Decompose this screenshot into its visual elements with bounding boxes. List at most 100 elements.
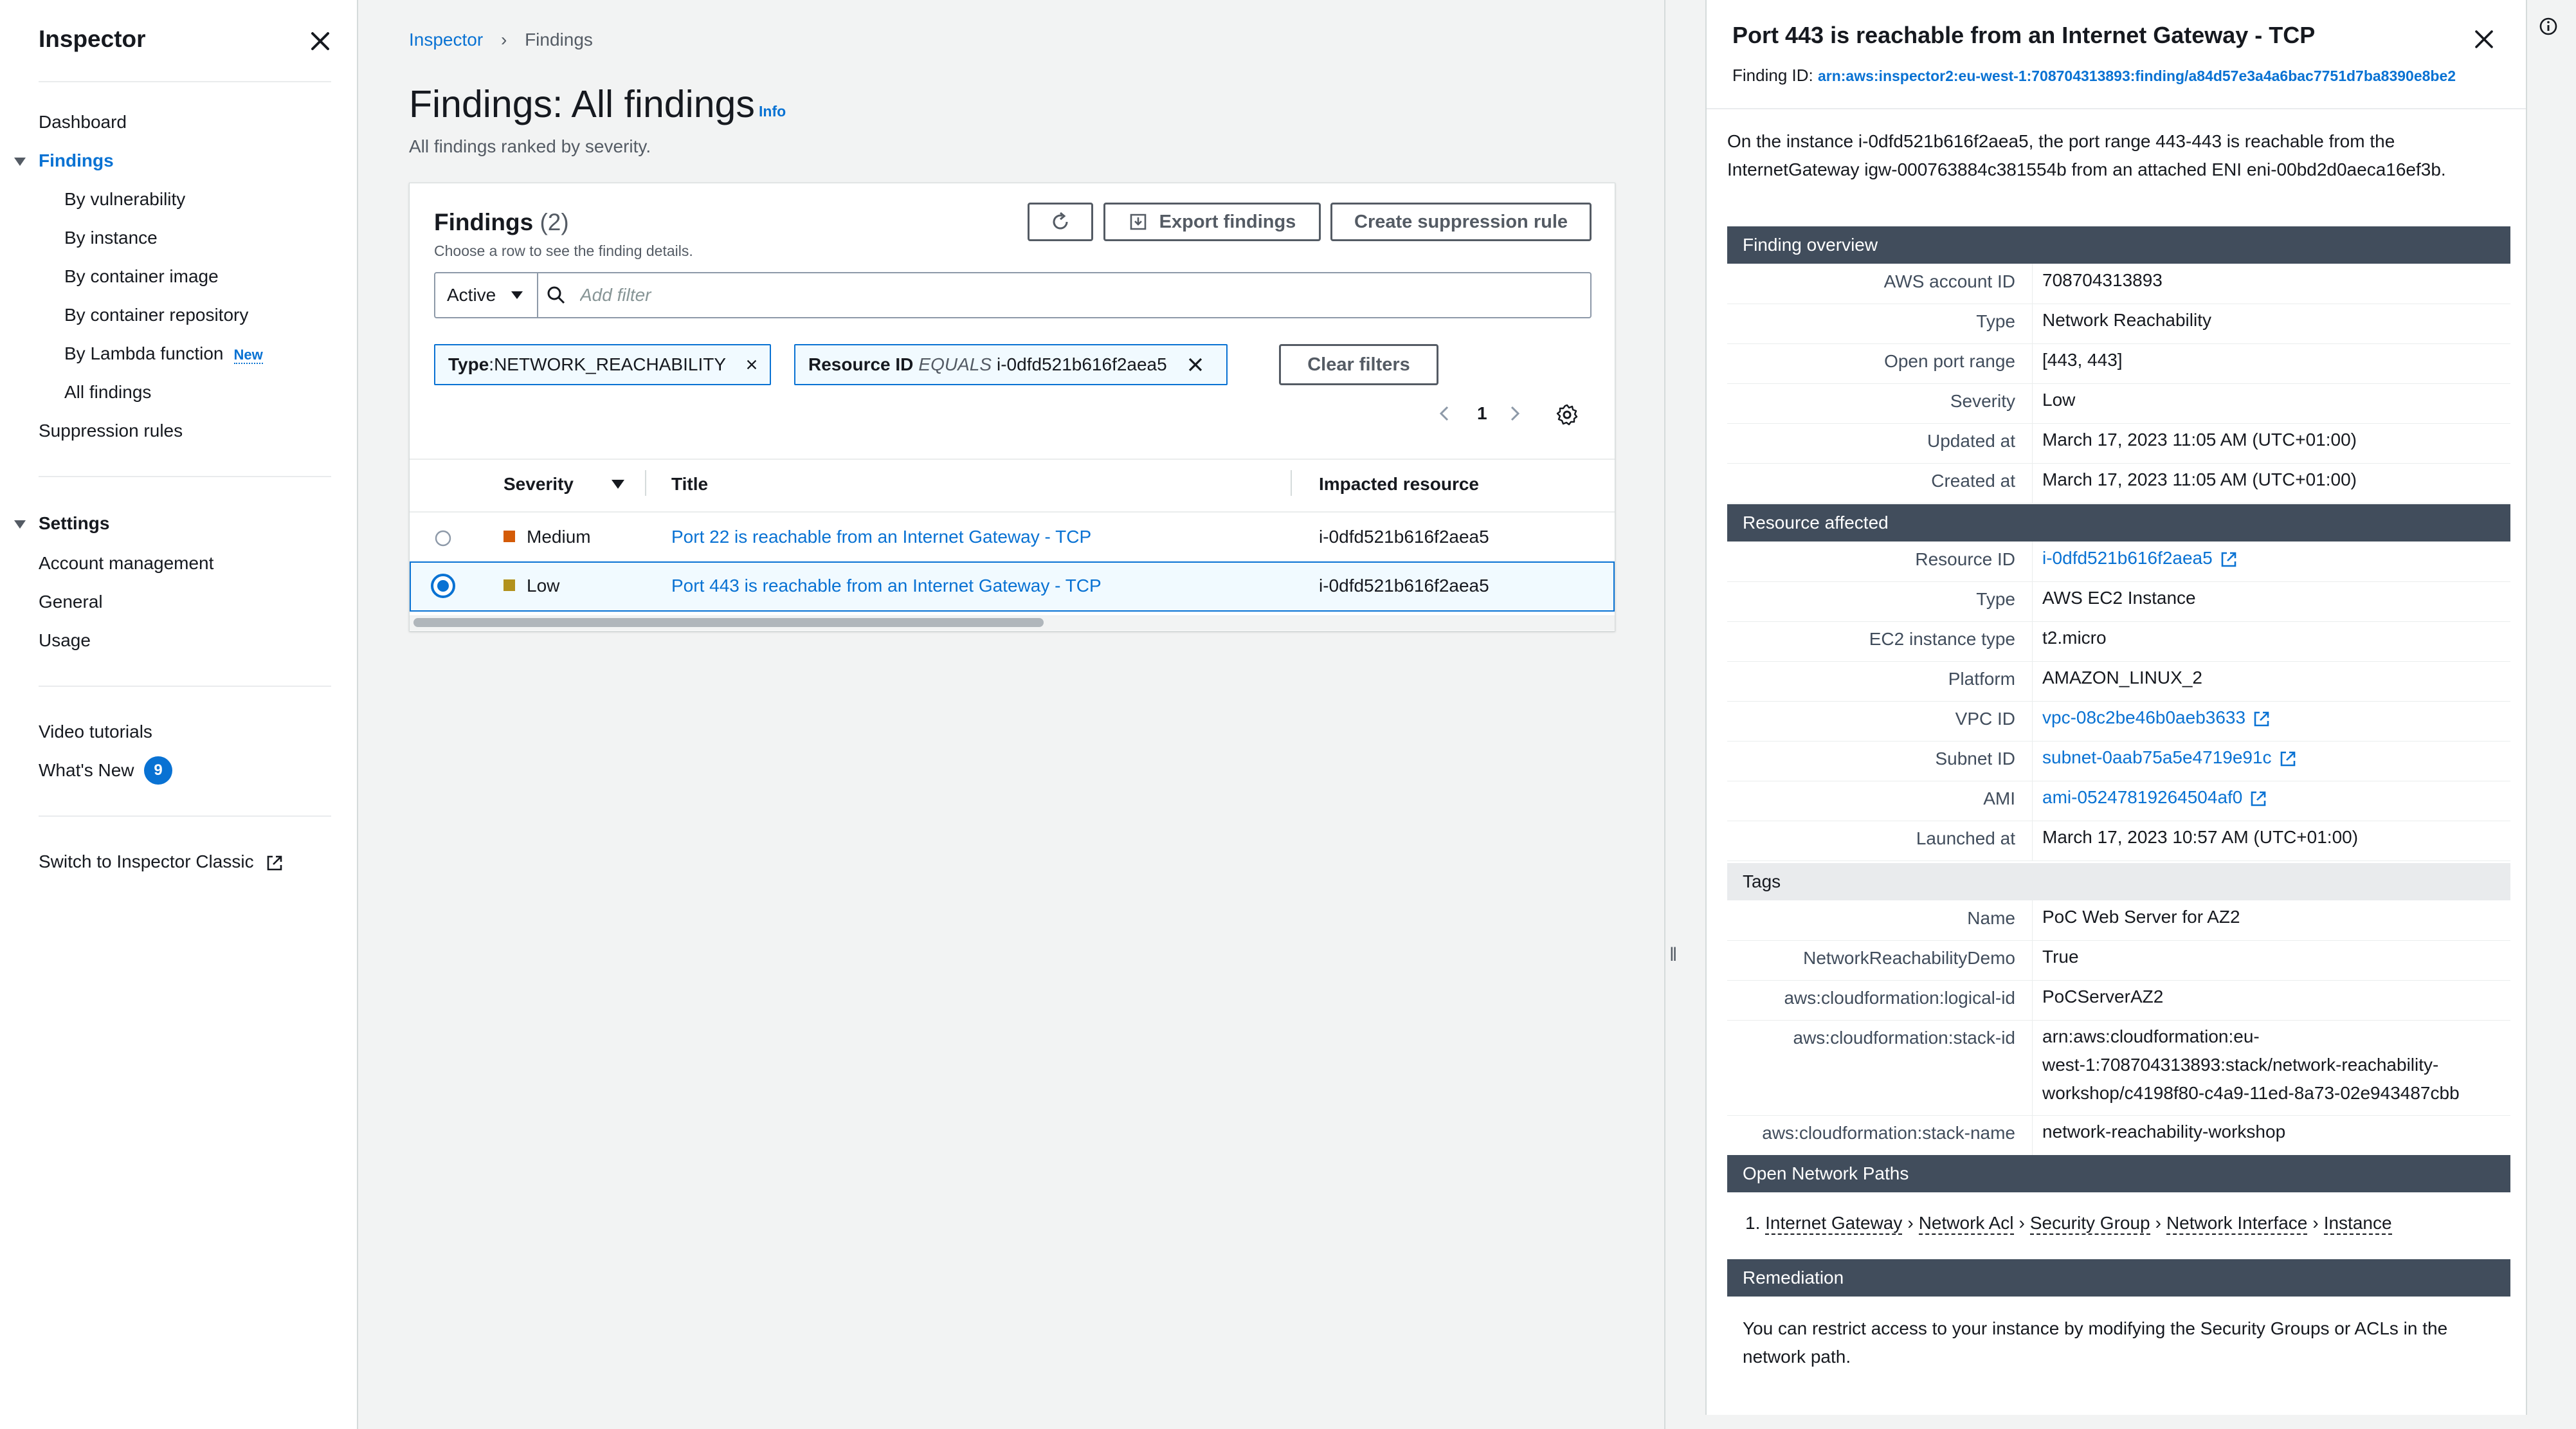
nav-usage[interactable]: Usage	[39, 630, 91, 651]
nav-account-management[interactable]: Account management	[39, 553, 213, 574]
close-icon[interactable]	[745, 356, 758, 374]
section-header-open-network-paths: Open Network Paths	[1727, 1155, 2510, 1192]
filter-search-field[interactable]	[537, 272, 1592, 318]
nav-general[interactable]: General	[39, 592, 103, 612]
finding-title-link[interactable]: Port 443 is reachable from an Internet G…	[671, 576, 1102, 596]
column-header-resource[interactable]: Impacted resource	[1319, 474, 1479, 495]
resize-handle-icon[interactable]: ‖	[1669, 944, 1677, 966]
info-circle-icon[interactable]	[2539, 17, 2558, 36]
kv-value: March 17, 2023 11:05 AM (UTC+01:00)	[2042, 430, 2357, 450]
clear-filters-button[interactable]: Clear filters	[1279, 344, 1438, 385]
column-separator[interactable]	[1291, 470, 1292, 496]
radio-selected[interactable]	[429, 572, 457, 600]
chevron-right-icon[interactable]	[1505, 401, 1525, 426]
section-header-tags: Tags	[1727, 863, 2510, 900]
nav-by-instance[interactable]: By instance	[64, 228, 158, 248]
kv-row: Severity Low	[1727, 383, 2510, 424]
nav-by-lambda-function[interactable]: By Lambda function New	[64, 343, 263, 364]
kv-value: AMAZON_LINUX_2	[2042, 668, 2202, 687]
ami-link[interactable]: ami-05247819264504af0	[2042, 783, 2268, 812]
create-suppression-rule-button[interactable]: Create suppression rule	[1330, 203, 1592, 241]
refresh-button[interactable]	[1028, 203, 1093, 241]
kv-key: Launched at	[1916, 828, 2015, 848]
status-select[interactable]: Active	[434, 272, 538, 318]
finding-id-label: Finding ID:	[1732, 66, 1813, 85]
nav-suppression-rules[interactable]: Suppression rules	[39, 421, 183, 441]
filter-key: Resource ID	[808, 354, 914, 374]
chevron-right-icon: ›	[1907, 1213, 1914, 1233]
vpc-id-link[interactable]: vpc-08c2be46b0aeb3633	[2042, 704, 2271, 732]
column-separator[interactable]	[645, 470, 646, 496]
nav-whats-new[interactable]: What's New	[39, 760, 134, 781]
breadcrumb: Inspector › Findings	[409, 30, 593, 50]
divider	[39, 686, 331, 687]
close-icon[interactable]	[2472, 27, 2496, 51]
split-divider[interactable]	[1664, 0, 1665, 1429]
info-link[interactable]: Info	[759, 103, 786, 120]
sidebar-title[interactable]: Inspector	[39, 26, 146, 53]
nav-by-container-image[interactable]: By container image	[64, 266, 219, 287]
nav-by-container-repository[interactable]: By container repository	[64, 305, 248, 325]
nav-all-findings[interactable]: All findings	[64, 382, 151, 403]
page-number[interactable]: 1	[1477, 403, 1487, 424]
external-link-icon	[2251, 791, 2266, 806]
kv-row: Created at March 17, 2023 11:05 AM (UTC+0…	[1727, 463, 2510, 504]
kv-row: Updated at March 17, 2023 11:05 AM (UTC+0…	[1727, 423, 2510, 464]
filter-input[interactable]	[579, 284, 1546, 306]
column-header-title[interactable]: Title	[671, 474, 708, 495]
kv-row: aws:cloudformation:logical-id PoCServerAZ…	[1727, 980, 2510, 1021]
caret-down-icon[interactable]	[13, 154, 27, 168]
path-hop-network-acl[interactable]: Network Acl	[1918, 1213, 2014, 1235]
kv-value: March 17, 2023 11:05 AM (UTC+01:00)	[2042, 469, 2357, 489]
impacted-resource-cell: i-0dfd521b616f2aea5	[1319, 527, 1489, 547]
resource-id-link[interactable]: i-0dfd521b616f2aea5	[2042, 544, 2238, 572]
horizontal-scrollbar-thumb[interactable]	[413, 618, 1044, 627]
kv-row: Platform AMAZON_LINUX_2	[1727, 661, 2510, 702]
link-text: subnet-0aab75a5e4719e91c	[2042, 747, 2272, 767]
subnet-id-link[interactable]: subnet-0aab75a5e4719e91c	[2042, 743, 2298, 772]
path-hop-network-interface[interactable]: Network Interface	[2166, 1213, 2308, 1235]
nav-settings[interactable]: Settings	[39, 513, 109, 534]
finding-id-link[interactable]: arn:aws:inspector2:eu-west-1:70870431389…	[1818, 68, 2456, 84]
radio-unselected[interactable]	[434, 529, 452, 547]
finding-detail-panel: Port 443 is reachable from an Internet G…	[1705, 0, 2527, 1415]
table-row[interactable]: Medium Port 22 is reachable from an Inte…	[410, 511, 1615, 561]
chevron-left-icon[interactable]	[1435, 401, 1454, 426]
kv-value-line: workshop/c4198f80-c4a9-11ed-8a73-02e9434…	[2042, 1083, 2460, 1103]
kv-value: March 17, 2023 10:57 AM (UTC+01:00)	[2042, 827, 2359, 847]
export-findings-button[interactable]: Export findings	[1103, 203, 1321, 241]
section-header-resource-affected: Resource affected	[1727, 504, 2510, 542]
path-hop-instance[interactable]: Instance	[2323, 1213, 2392, 1235]
chevron-right-icon: ›	[2155, 1213, 2161, 1233]
close-icon[interactable]	[307, 28, 333, 54]
nav-findings[interactable]: Findings	[39, 150, 114, 171]
path-hop-security-group[interactable]: Security Group	[2029, 1213, 2150, 1235]
impacted-resource-cell: i-0dfd521b616f2aea5	[1319, 576, 1489, 596]
detail-title: Port 443 is reachable from an Internet G…	[1732, 22, 2316, 48]
nav-dashboard[interactable]: Dashboard	[39, 112, 127, 132]
kv-value: AWS EC2 Instance	[2042, 588, 2196, 608]
nav-video-tutorials[interactable]: Video tutorials	[39, 722, 152, 742]
column-header-severity[interactable]: Severity	[503, 474, 574, 495]
close-icon[interactable]	[1186, 356, 1204, 374]
nav-by-vulnerability[interactable]: By vulnerability	[64, 189, 185, 210]
breadcrumb-inspector[interactable]: Inspector	[409, 30, 483, 50]
kv-key: aws:cloudformation:logical-id	[1784, 988, 2015, 1008]
table-row-selected[interactable]: Low Port 443 is reachable from an Intern…	[410, 561, 1615, 612]
kv-row: NetworkReachabilityDemo True	[1727, 940, 2510, 981]
filter-value: i-0dfd521b616f2aea5	[997, 354, 1167, 374]
download-icon	[1130, 214, 1146, 230]
kv-key: Subnet ID	[1935, 749, 2015, 769]
sort-descending-icon[interactable]	[610, 477, 626, 492]
nav-switch-classic[interactable]: Switch to Inspector Classic	[39, 851, 284, 873]
settings-gear-icon[interactable]	[1556, 403, 1579, 426]
kv-key: Platform	[1948, 669, 2015, 689]
finding-title-link[interactable]: Port 22 is reachable from an Internet Ga…	[671, 527, 1091, 547]
path-hop-internet-gateway[interactable]: Internet Gateway	[1765, 1213, 1903, 1235]
kv-key: aws:cloudformation:stack-id	[1793, 1028, 2015, 1048]
kv-value: network-reachability-workshop	[2042, 1122, 2286, 1142]
kv-value-line: west-1:708704313893:stack/network-reacha…	[2042, 1055, 2439, 1075]
kv-value: t2.micro	[2042, 628, 2107, 648]
finding-id: Finding ID: arn:aws:inspector2:eu-west-1…	[1732, 66, 2456, 86]
caret-down-icon[interactable]	[13, 517, 27, 531]
